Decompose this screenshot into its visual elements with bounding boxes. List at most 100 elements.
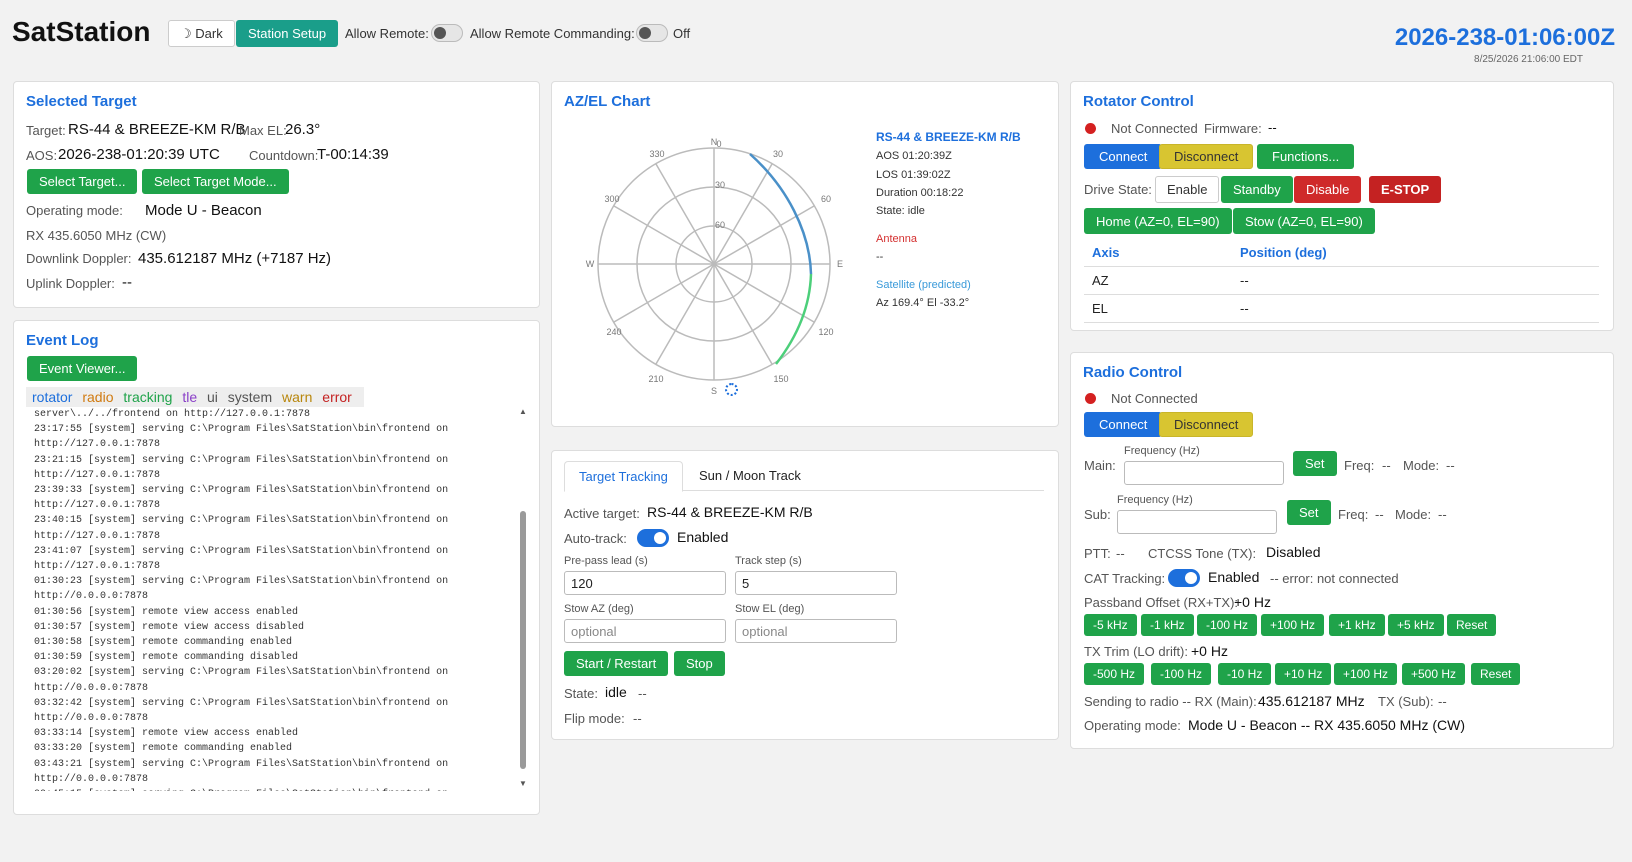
sub-mode-value: --: [1438, 507, 1447, 522]
txtrim-minus-100hz-button[interactable]: -100 Hz: [1151, 663, 1212, 685]
rotator-control-panel: Rotator Control Not Connected Firmware: …: [1070, 81, 1614, 331]
stow-button[interactable]: Stow (AZ=0, EL=90): [1233, 208, 1375, 234]
utc-clock: 2026-238-01:06:00Z: [1394, 24, 1615, 51]
stow-el-input[interactable]: [735, 619, 897, 643]
aos-label: AOS:: [26, 148, 58, 163]
start-restart-button[interactable]: Start / Restart: [564, 651, 669, 676]
event-viewer-button[interactable]: Event Viewer...: [27, 356, 138, 381]
radio-disconnect-button[interactable]: Disconnect: [1159, 412, 1254, 437]
allow-remote-toggle[interactable]: [431, 24, 463, 42]
filter-warn[interactable]: warn: [282, 389, 312, 405]
passband-plus-100hz-button[interactable]: +100 Hz: [1261, 614, 1325, 636]
trackstep-input[interactable]: [735, 571, 897, 595]
txtrim-reset-button[interactable]: Reset: [1471, 663, 1521, 685]
txtrim-plus-100hz-button[interactable]: +100 Hz: [1334, 663, 1398, 685]
selected-target-title: Selected Target: [26, 93, 137, 110]
main-freq-label: Freq:: [1344, 458, 1375, 473]
txtrim-plus-500hz-button[interactable]: +500 Hz: [1402, 663, 1466, 685]
log-line: 01:30:23 [system] serving C:\Program Fil…: [34, 576, 449, 588]
log-line: 23:41:07 [system] serving C:\Program Fil…: [34, 545, 449, 557]
autotrack-toggle[interactable]: [637, 529, 669, 547]
passband-minus-1khz-button[interactable]: -1 kHz: [1141, 614, 1194, 636]
scroll-down-arrow-icon[interactable]: ▼: [519, 779, 527, 788]
select-target-button[interactable]: Select Target...: [27, 169, 138, 194]
max-el-label: Max EL:: [239, 123, 287, 138]
station-setup-button[interactable]: Station Setup: [236, 20, 339, 47]
log-line: http://0.0.0.0:7878: [34, 713, 149, 725]
passband-reset-button[interactable]: Reset: [1447, 614, 1497, 636]
countdown-label: Countdown:: [249, 148, 319, 163]
dark-mode-button[interactable]: ☽ Dark: [168, 20, 235, 47]
tab-target-tracking[interactable]: Target Tracking: [564, 461, 683, 492]
select-target-mode-button[interactable]: Select Target Mode...: [142, 169, 289, 194]
cat-error: -- error: not connected: [1270, 571, 1399, 586]
main-frequency-input[interactable]: [1124, 461, 1284, 485]
rotator-functions-button[interactable]: Functions...: [1257, 144, 1355, 169]
sub-frequency-input[interactable]: [1117, 510, 1277, 534]
tracking-state-label: State:: [564, 686, 598, 701]
el-label-60: 60: [715, 220, 725, 230]
log-line: 01:30:59 [system] remote commanding disa…: [34, 652, 299, 664]
rotator-status: Not Connected: [1111, 121, 1198, 136]
passband-value: +0 Hz: [1234, 594, 1271, 610]
sub-label: Sub:: [1084, 507, 1111, 522]
cat-tracking-toggle[interactable]: [1168, 569, 1200, 587]
passband-plus-1khz-button[interactable]: +1 kHz: [1329, 614, 1385, 636]
uplink-doppler-value: --: [122, 274, 132, 291]
log-scrollbar[interactable]: ▲ ▼: [517, 407, 529, 791]
prepass-input[interactable]: [564, 571, 726, 595]
sub-mode-label: Mode:: [1395, 507, 1432, 522]
txtrim-minus-500hz-button[interactable]: -500 Hz: [1084, 663, 1145, 685]
rotator-connect-button[interactable]: Connect: [1084, 144, 1163, 169]
log-line: http://127.0.0.1:7878: [34, 469, 161, 481]
home-button[interactable]: Home (AZ=0, EL=90): [1084, 208, 1232, 234]
filter-radio[interactable]: radio: [82, 389, 113, 405]
filter-error[interactable]: error: [322, 389, 352, 405]
position-column-header: Position (deg): [1232, 239, 1599, 267]
app-title: SatStation: [12, 16, 151, 47]
drive-standby-button[interactable]: Standby: [1221, 176, 1293, 203]
filter-ui[interactable]: ui: [207, 389, 218, 405]
tab-sun-moon-track[interactable]: Sun / Moon Track: [685, 461, 815, 492]
pass-track-upper: [749, 153, 813, 275]
txtrim-minus-10hz-button[interactable]: -10 Hz: [1218, 663, 1272, 685]
radio-operating-mode-value: Mode U - Beacon -- RX 435.6050 MHz (CW): [1188, 717, 1465, 733]
passband-plus-5khz-button[interactable]: +5 kHz: [1388, 614, 1444, 636]
stow-az-label: Stow AZ (deg): [564, 603, 634, 615]
drive-enable-button[interactable]: Enable: [1155, 176, 1220, 203]
stow-az-input[interactable]: [564, 619, 726, 643]
main-set-button[interactable]: Set: [1293, 451, 1337, 476]
countdown-value: T-00:14:39: [317, 146, 389, 163]
filter-tle[interactable]: tle: [182, 389, 197, 405]
event-log-list[interactable]: server\../../frontend on http://127.0.0.…: [28, 407, 520, 791]
passband-minus-100hz-button[interactable]: -100 Hz: [1197, 614, 1258, 636]
drive-disable-button[interactable]: Disable: [1294, 176, 1362, 203]
passband-minus-5khz-button[interactable]: -5 kHz: [1084, 614, 1137, 636]
allow-remote-commanding-toggle[interactable]: [636, 24, 668, 42]
satellite-predicted-label: Satellite (predicted): [876, 279, 971, 291]
main-label: Main:: [1084, 458, 1116, 473]
scroll-up-arrow-icon[interactable]: ▲: [519, 407, 527, 416]
sub-set-button[interactable]: Set: [1287, 500, 1331, 525]
tx-sub-value: --: [1438, 694, 1447, 709]
azel-state: State: idle: [876, 205, 925, 217]
remote-commanding-state: Off: [673, 26, 691, 41]
satellite-predicted-value: Az 169.4° El -33.2°: [876, 297, 970, 309]
az-label-60: 60: [821, 194, 831, 204]
filter-system[interactable]: system: [228, 389, 272, 405]
stop-button[interactable]: Stop: [674, 651, 725, 676]
txtrim-plus-10hz-button[interactable]: +10 Hz: [1275, 663, 1332, 685]
filter-tracking[interactable]: tracking: [123, 389, 172, 405]
axis-cell: AZ: [1084, 266, 1232, 295]
downlink-doppler-value: 435.612187 MHz (+7187 Hz): [138, 250, 332, 267]
rotator-disconnect-button[interactable]: Disconnect: [1159, 144, 1254, 169]
log-line: http://127.0.0.1:7878: [34, 561, 161, 573]
radio-operating-mode-label: Operating mode:: [1084, 718, 1181, 733]
radio-connect-button[interactable]: Connect: [1084, 412, 1163, 437]
log-scrollbar-thumb[interactable]: [520, 511, 526, 769]
allow-remote-label: Allow Remote:: [345, 26, 429, 41]
compass-e: E: [837, 259, 843, 269]
estop-button[interactable]: E-STOP: [1369, 176, 1442, 203]
filter-rotator[interactable]: rotator: [32, 389, 72, 405]
sub-freq-value: --: [1375, 507, 1384, 522]
